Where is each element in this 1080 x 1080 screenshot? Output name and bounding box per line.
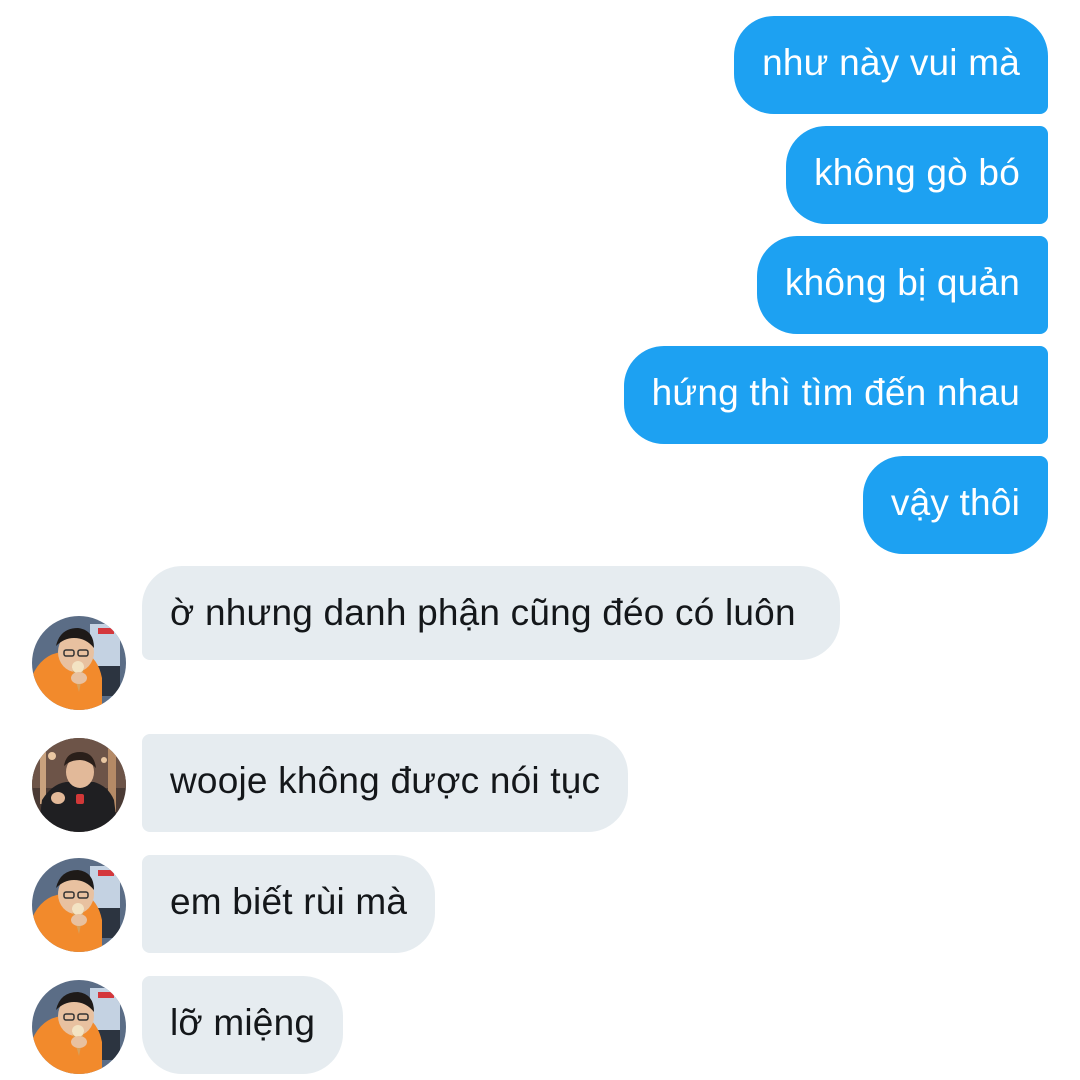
user-avatar[interactable] <box>32 858 126 952</box>
incoming-message[interactable]: ờ nhưng danh phận cũng đéo có luôn <box>142 566 840 660</box>
outgoing-message[interactable]: như này vui mà <box>734 16 1048 114</box>
incoming-message[interactable]: lỡ miệng <box>142 976 344 1074</box>
outgoing-message[interactable]: hứng thì tìm đến nhau <box>623 346 1048 444</box>
conversation-view: như này vui mà không gò bó không bị quản… <box>0 0 1080 1080</box>
incoming-message[interactable]: em biết rùi mà <box>142 855 436 953</box>
dark-jacket-avatar-icon <box>32 738 126 832</box>
incoming-message[interactable]: wooje không được nói tục <box>142 734 629 832</box>
outgoing-message[interactable]: không gò bó <box>786 126 1048 224</box>
outgoing-message[interactable]: không bị quản <box>756 236 1048 334</box>
user-avatar[interactable] <box>32 738 126 832</box>
orange-hoodie-avatar-icon <box>32 980 126 1074</box>
orange-hoodie-avatar-icon <box>32 858 126 952</box>
outgoing-message[interactable]: vậy thôi <box>862 456 1048 554</box>
user-avatar[interactable] <box>32 616 126 710</box>
orange-hoodie-avatar-icon <box>32 616 126 710</box>
user-avatar[interactable] <box>32 980 126 1074</box>
